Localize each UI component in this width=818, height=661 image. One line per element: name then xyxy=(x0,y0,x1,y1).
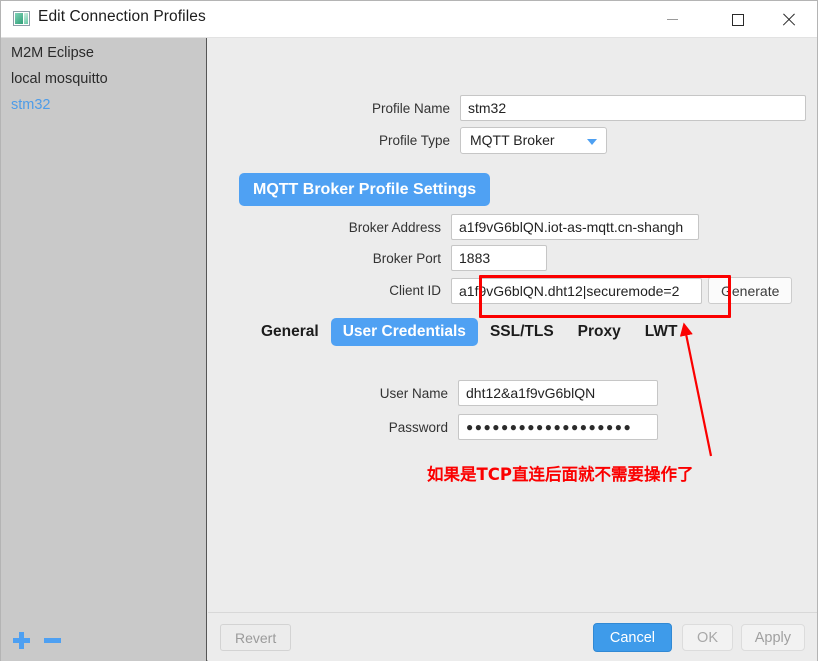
password-input[interactable]: ●●●●●●●●●●●●●●●●●●● xyxy=(458,414,658,440)
client-id-row: Client ID a1f9vG6blQN.dht12|securemode=2… xyxy=(328,277,793,304)
close-button[interactable] xyxy=(765,1,811,38)
sidebar-item-m2m-eclipse[interactable]: M2M Eclipse xyxy=(11,45,94,61)
broker-address-row: Broker Address a1f9vG6blQN.iot-as-mqtt.c… xyxy=(328,214,699,240)
sidebar-item-stm32[interactable]: stm32 xyxy=(11,97,51,113)
broker-port-row: Broker Port 1883 xyxy=(328,245,547,271)
title-bar: Edit Connection Profiles xyxy=(1,1,817,38)
annotation-note-text: 如果是TCP直连后面就不需要操作了 xyxy=(427,465,694,484)
sidebar-actions xyxy=(13,632,61,649)
client-id-label: Client ID xyxy=(389,283,441,298)
broker-address-input[interactable]: a1f9vG6blQN.iot-as-mqtt.cn-shangh xyxy=(451,214,699,240)
password-label: Password xyxy=(388,419,448,435)
credentials-tab-bar: General User Credentials SSL/TLS Proxy L… xyxy=(249,318,689,346)
broker-port-input[interactable]: 1883 xyxy=(451,245,547,271)
broker-port-label: Broker Port xyxy=(372,250,441,266)
user-name-row: User Name dht12&a1f9vG6blQN xyxy=(372,380,658,406)
cancel-button[interactable]: Cancel xyxy=(592,623,672,652)
apply-button[interactable]: Apply xyxy=(740,624,805,651)
add-profile-button[interactable] xyxy=(13,632,30,649)
profile-type-select[interactable]: MQTT Broker xyxy=(460,127,607,154)
minimize-button[interactable] xyxy=(649,1,695,38)
window-title: Edit Connection Profiles xyxy=(38,8,206,25)
profile-type-value: MQTT Broker xyxy=(470,132,555,148)
ok-button[interactable]: OK xyxy=(682,624,733,651)
profile-settings-panel: Profile Name stm32 Profile Type MQTT Bro… xyxy=(208,38,817,661)
generate-client-id-button[interactable]: Generate xyxy=(708,277,793,304)
tab-proxy[interactable]: Proxy xyxy=(566,318,633,346)
close-icon xyxy=(781,12,796,27)
revert-button[interactable]: Revert xyxy=(220,624,292,651)
minimize-icon xyxy=(666,19,678,20)
broker-address-label: Broker Address xyxy=(348,219,441,235)
client-id-input[interactable]: a1f9vG6blQN.dht12|securemode=2 xyxy=(451,277,702,304)
edit-connection-profiles-dialog: Edit Connection Profiles M2M Eclipse loc… xyxy=(0,0,818,661)
tab-general[interactable]: General xyxy=(249,318,331,346)
password-row: Password ●●●●●●●●●●●●●●●●●●● xyxy=(372,414,658,440)
profile-name-label: Profile Name xyxy=(371,100,450,116)
user-name-input[interactable]: dht12&a1f9vG6blQN xyxy=(458,380,658,406)
tab-ssl-tls[interactable]: SSL/TLS xyxy=(478,318,566,346)
profile-type-row: Profile Type MQTT Broker xyxy=(358,127,607,154)
dialog-footer: Revert Cancel OK Apply xyxy=(208,612,817,661)
profile-list-sidebar: M2M Eclipse local mosquitto stm32 xyxy=(1,38,207,661)
broker-settings-banner: MQTT Broker Profile Settings xyxy=(239,173,491,206)
chevron-down-icon xyxy=(587,139,597,145)
user-name-label: User Name xyxy=(379,385,448,401)
profile-name-input[interactable]: stm32 xyxy=(460,95,806,121)
profile-type-label: Profile Type xyxy=(378,133,450,148)
profile-name-row: Profile Name stm32 xyxy=(358,95,806,121)
app-window-icon xyxy=(13,11,30,26)
tab-lwt[interactable]: LWT xyxy=(633,318,690,346)
tab-user-credentials[interactable]: User Credentials xyxy=(330,318,478,346)
remove-profile-button[interactable] xyxy=(44,638,61,643)
maximize-icon xyxy=(732,13,744,26)
maximize-button[interactable] xyxy=(715,1,761,38)
sidebar-item-local-mosquitto[interactable]: local mosquitto xyxy=(11,71,108,87)
